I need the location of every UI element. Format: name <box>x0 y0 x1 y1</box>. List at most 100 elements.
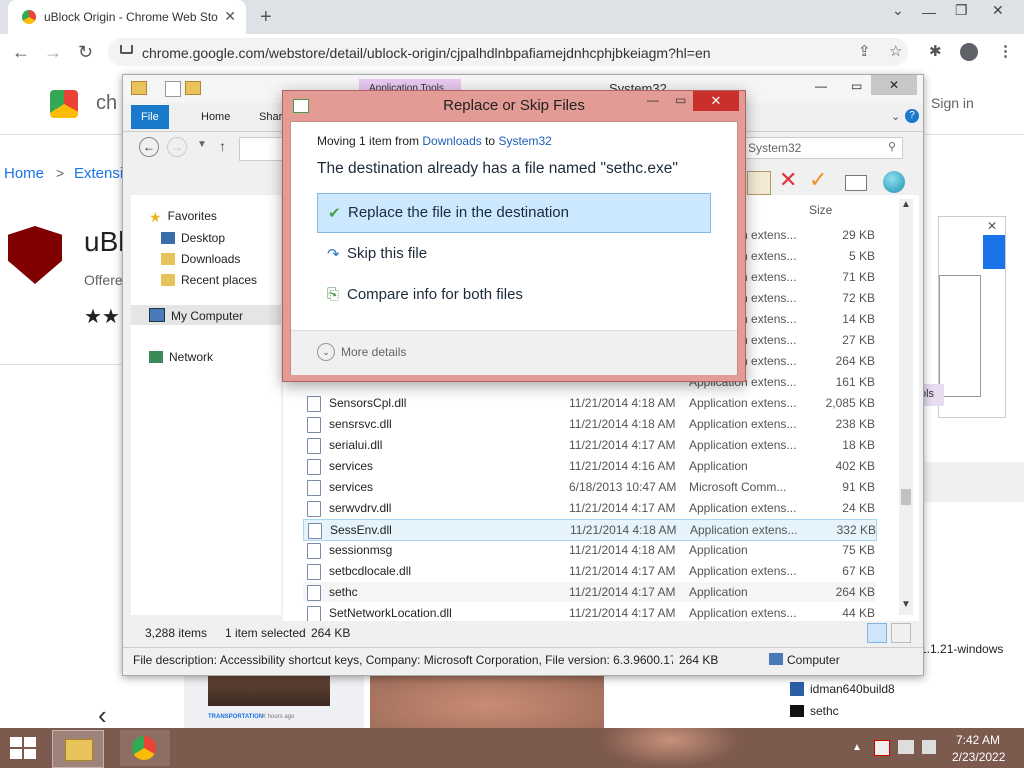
carousel-back-icon[interactable]: ‹ <box>98 700 107 731</box>
computer-zone-icon <box>769 653 783 665</box>
start-button[interactable] <box>10 737 38 759</box>
destination-folder-link[interactable]: System32 <box>498 134 551 148</box>
scrollbar-thumb[interactable] <box>901 489 911 505</box>
browser-tab[interactable]: uBlock Origin - Chrome Web Sto ✕ <box>8 0 246 34</box>
menu-icon[interactable]: ⋮ <box>998 42 1013 60</box>
globe-icon[interactable] <box>883 171 905 193</box>
vertical-scrollbar[interactable]: ▲ ▼ <box>899 199 913 615</box>
explorer-close-icon[interactable]: ✕ <box>871 75 917 95</box>
nav-network[interactable]: Network <box>149 350 213 364</box>
clock-date[interactable]: 2/23/2022 <box>952 750 1005 764</box>
column-size-header[interactable]: Size <box>809 203 832 217</box>
new-folder-icon[interactable] <box>185 81 201 95</box>
clipboard-icon[interactable] <box>747 171 771 195</box>
table-row[interactable]: serwvdrv.dll 11/21/2014 4:17 AM Applicatio… <box>303 498 875 518</box>
explorer-maximize-icon[interactable]: ▭ <box>851 79 862 93</box>
minimize-icon[interactable]: — <box>922 4 936 20</box>
action-center-icon[interactable] <box>874 740 890 756</box>
nav-downloads[interactable]: Downloads <box>161 252 240 266</box>
table-row[interactable]: SessEnv.dll 11/21/2014 4:18 AM Application… <box>303 519 877 541</box>
compare-option[interactable]: ⎘ Compare info for both files <box>317 276 709 314</box>
up-icon[interactable]: ↑ <box>219 138 226 154</box>
address-bar[interactable]: chrome.google.com/webstore/detail/ublock… <box>108 38 908 66</box>
breadcrumb-extensions[interactable]: Extensi <box>74 165 123 182</box>
file-name: sessionmsg <box>329 543 393 557</box>
rename-icon[interactable]: ✓ <box>809 167 827 193</box>
table-row[interactable]: sessionmsg 11/21/2014 4:18 AM Application 7… <box>303 540 875 560</box>
file-date: 6/18/2013 10:47 AM <box>569 480 677 494</box>
recent-locations-icon[interactable]: ▼ <box>197 139 207 150</box>
tab-search-icon[interactable]: ⌄ <box>892 2 904 19</box>
file-size: 18 KB <box>842 438 875 452</box>
navigation-pane: ★ Favorites Desktop Downloads Recent plac… <box>131 195 281 615</box>
explorer-minimize-icon[interactable]: — <box>815 79 827 93</box>
desktop-icon-sethc[interactable]: sethc <box>790 704 839 718</box>
dialog-minimize-icon[interactable]: — <box>647 93 659 107</box>
breadcrumb-home[interactable]: Home <box>4 165 44 182</box>
file-date: 11/21/2014 4:17 AM <box>569 501 676 515</box>
taskbar-chrome[interactable] <box>120 730 170 766</box>
delete-icon[interactable]: ✕ <box>779 167 797 193</box>
table-row[interactable]: sensrsvc.dll 11/21/2014 4:18 AM Applicatio… <box>303 414 875 434</box>
table-row[interactable]: SensorsCpl.dll 11/21/2014 4:18 AM Applicat… <box>303 393 875 413</box>
explorer-forward-icon[interactable]: → <box>167 137 187 157</box>
page-divider <box>0 364 130 365</box>
extensions-icon[interactable]: ✱ <box>929 42 942 60</box>
file-date: 11/21/2014 4:18 AM <box>569 396 676 410</box>
bookmark-star-icon[interactable]: ☆ <box>889 42 902 60</box>
nav-desktop[interactable]: Desktop <box>161 231 225 245</box>
dialog-close-button[interactable]: ✕ <box>693 91 739 111</box>
taskbar-explorer[interactable] <box>52 730 104 768</box>
forward-icon[interactable]: → <box>44 42 62 63</box>
table-row[interactable]: services 6/18/2013 10:47 AM Microsoft Comm… <box>303 477 875 497</box>
file-date: 11/21/2014 4:17 AM <box>569 438 676 452</box>
skip-option[interactable]: ↷ Skip this file <box>317 235 709 273</box>
tab-close-icon[interactable]: ✕ <box>224 8 236 25</box>
replace-option[interactable]: ✔ Replace the file in the destination <box>317 193 711 233</box>
file-name: SensorsCpl.dll <box>329 396 407 410</box>
profile-avatar-icon[interactable] <box>960 43 978 61</box>
nav-recent[interactable]: Recent places <box>161 273 257 287</box>
table-row[interactable]: SetNetworkLocation.dll 11/21/2014 4:17 AM… <box>303 603 875 623</box>
new-tab-button[interactable]: + <box>260 6 272 29</box>
file-type: Application extens... <box>689 606 797 620</box>
dialog-maximize-icon[interactable]: ▭ <box>675 93 686 107</box>
desktop-icon-idman[interactable]: idman640build8 <box>790 682 895 696</box>
file-size: 332 KB <box>836 523 876 537</box>
volume-icon[interactable] <box>922 740 936 754</box>
scroll-down-icon[interactable]: ▼ <box>901 599 911 610</box>
nav-computer[interactable]: My Computer <box>149 308 243 323</box>
table-row[interactable]: serialui.dll 11/21/2014 4:17 AM Applicatio… <box>303 435 875 455</box>
back-icon[interactable]: ← <box>12 42 30 63</box>
tab-file[interactable]: File <box>131 105 169 129</box>
scroll-up-icon[interactable]: ▲ <box>901 199 911 210</box>
table-row[interactable]: setbcdlocale.dll 11/21/2014 4:17 AM Applic… <box>303 561 875 581</box>
help-icon[interactable]: ? <box>905 109 919 123</box>
table-row[interactable]: sethc 11/21/2014 4:17 AM Application 264 KB <box>303 582 875 602</box>
restore-icon[interactable]: ❐ <box>955 2 968 19</box>
more-details-link[interactable]: More details <box>341 345 406 359</box>
explorer-search-input[interactable]: System32 ⚲ <box>743 137 903 159</box>
reload-icon[interactable]: ↻ <box>78 42 93 63</box>
nav-favorites[interactable]: ★ Favorites <box>149 209 217 225</box>
tab-home[interactable]: Home <box>191 105 240 129</box>
ribbon-expand-icon[interactable]: ⌄ <box>891 110 900 123</box>
network-tray-icon[interactable] <box>898 740 914 754</box>
clock-time[interactable]: 7:42 AM <box>956 733 1000 747</box>
screenshot-thumb-2 <box>370 672 604 728</box>
ublock-logo-icon <box>8 226 62 284</box>
sign-in-link[interactable]: Sign in <box>931 95 974 111</box>
explorer-back-icon[interactable]: ← <box>139 137 159 157</box>
details-view-icon[interactable] <box>867 623 887 643</box>
source-folder-link[interactable]: Downloads <box>422 134 481 148</box>
close-window-icon[interactable]: ✕ <box>992 2 1004 19</box>
offered-by-text: Offere <box>84 272 123 288</box>
compare-icon: ⎘ <box>327 286 340 303</box>
more-details-chevron-icon[interactable]: ⌄ <box>317 343 335 361</box>
large-icons-view-icon[interactable] <box>891 623 911 643</box>
share-icon[interactable]: ⇪ <box>858 42 871 60</box>
table-row[interactable]: services 11/21/2014 4:16 AM Application 402… <box>303 456 875 476</box>
properties-ribbon-icon[interactable] <box>845 175 867 191</box>
tray-overflow-icon[interactable]: ▲ <box>852 742 862 753</box>
properties-icon[interactable] <box>165 81 181 97</box>
